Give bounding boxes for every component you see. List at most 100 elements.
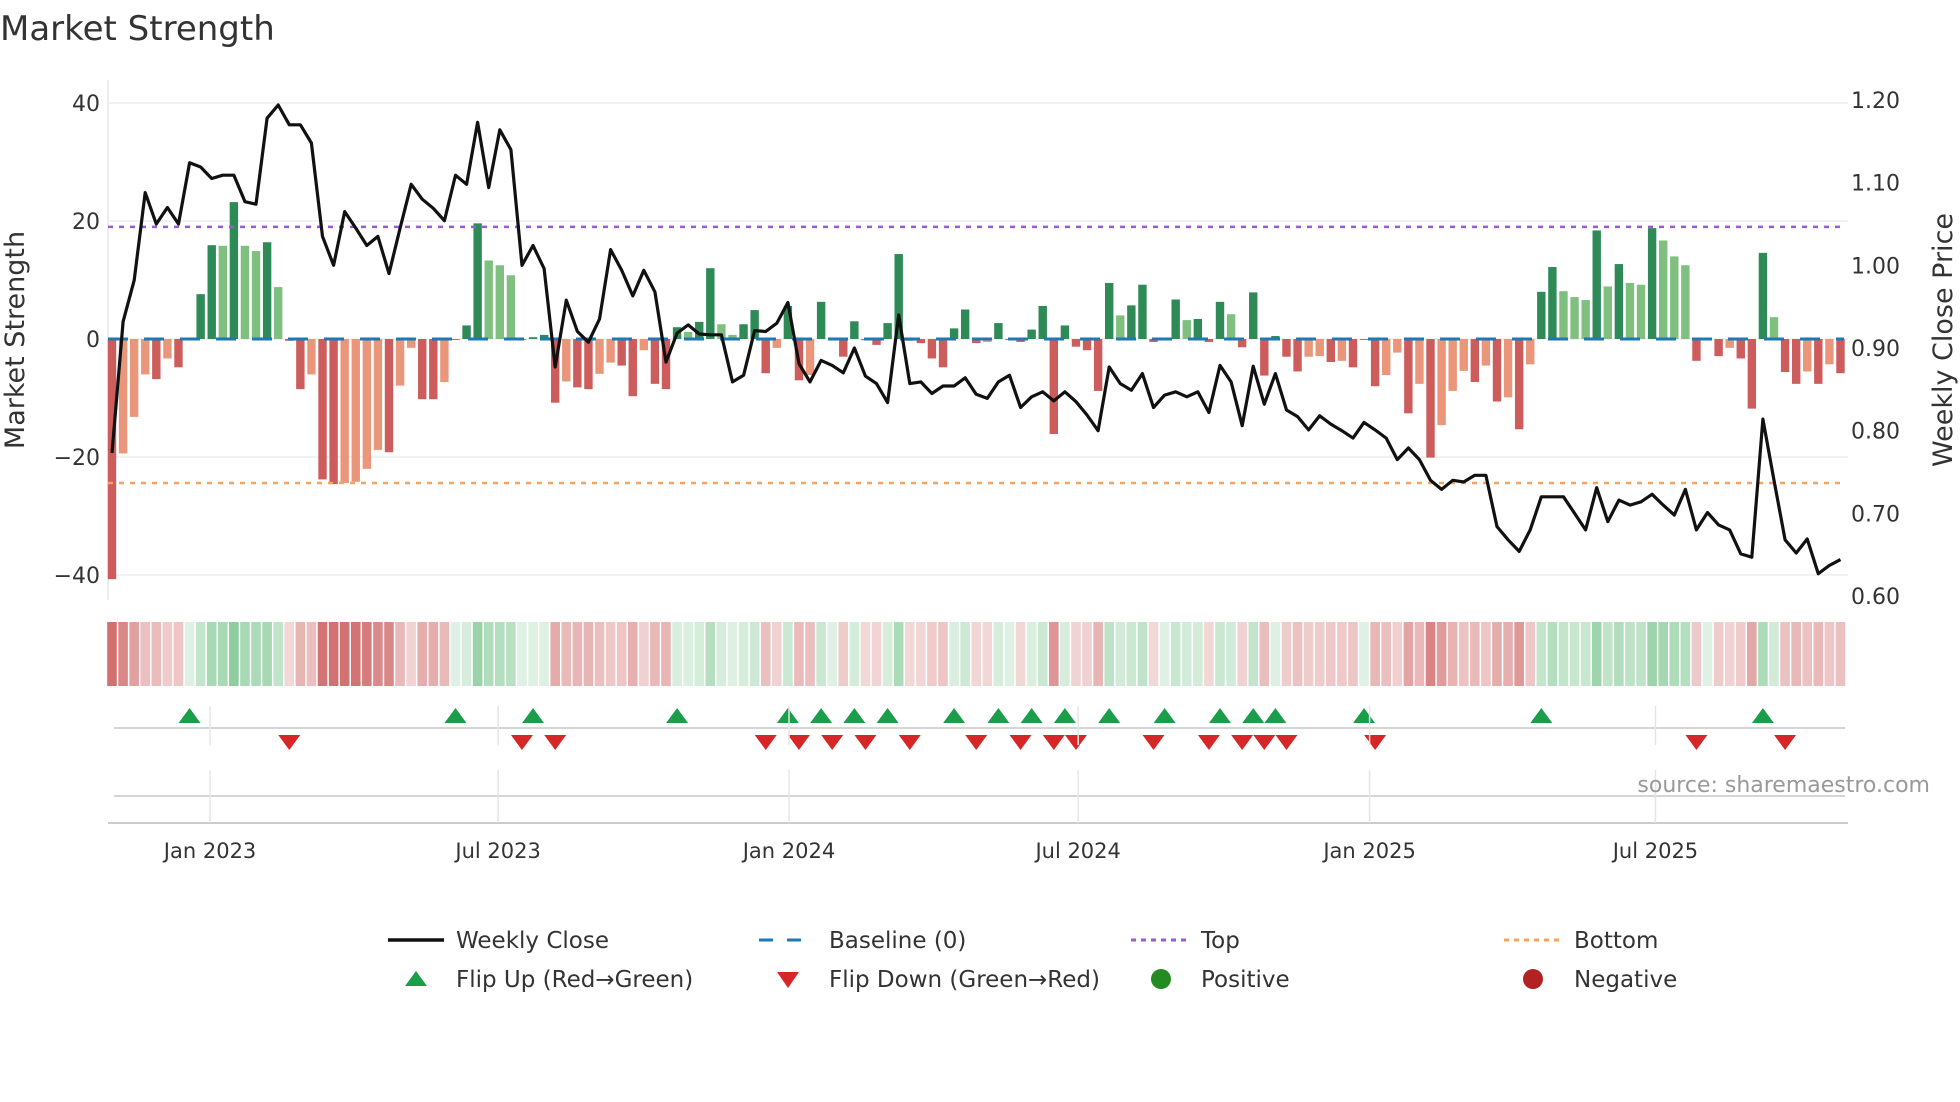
heat-cell xyxy=(107,622,117,686)
heat-cell xyxy=(1547,622,1558,686)
legend-baseline: Baseline (0) xyxy=(829,928,966,954)
heat-cell xyxy=(1414,622,1425,686)
strength-bar xyxy=(462,325,471,339)
strength-bar xyxy=(1082,339,1092,351)
heat-cell xyxy=(1370,622,1380,686)
x-tick-label: Jan 2023 xyxy=(162,839,257,863)
strength-bar xyxy=(1670,256,1679,339)
heat-cell xyxy=(1259,622,1270,686)
heat-cell xyxy=(306,622,317,686)
strength-bar xyxy=(1027,329,1036,339)
flip-down-marker xyxy=(1685,735,1708,750)
heat-cell xyxy=(229,622,239,686)
flip-up-marker xyxy=(1053,708,1076,723)
heat-cell xyxy=(162,622,173,686)
heat-cell xyxy=(1193,622,1203,686)
strength-bar xyxy=(207,245,216,339)
strength-bar xyxy=(240,245,250,339)
strength-bar xyxy=(1359,339,1369,340)
heat-cell xyxy=(1747,622,1757,686)
heat-cell xyxy=(1049,622,1059,686)
heat-cell xyxy=(1037,622,1048,686)
heat-cell xyxy=(1270,622,1281,686)
heat-cell xyxy=(1115,622,1126,686)
flip-down-marker xyxy=(898,735,921,750)
heat-cell xyxy=(1813,622,1824,686)
strength-bar xyxy=(650,339,660,384)
heat-cell xyxy=(395,622,405,686)
flip-up-marker xyxy=(876,708,899,723)
flip-down-marker xyxy=(544,735,567,750)
strength-bar xyxy=(1681,265,1690,339)
flip-down-marker xyxy=(787,735,810,750)
heat-cell xyxy=(594,622,605,686)
negative-legend-icon xyxy=(1523,969,1543,989)
heat-cell xyxy=(1248,622,1259,686)
flip-down-marker xyxy=(1142,735,1165,750)
heat-cell xyxy=(1669,622,1680,686)
strength-bar xyxy=(628,339,637,397)
flip-up-marker xyxy=(943,708,966,723)
strength-bar xyxy=(1049,339,1058,434)
strength-bar xyxy=(1636,284,1646,339)
heat-cell xyxy=(1348,622,1358,686)
heat-cell xyxy=(572,622,583,686)
heat-cell xyxy=(1337,622,1347,686)
strength-bar xyxy=(1060,325,1070,339)
flip-down-marker xyxy=(510,735,533,750)
heat-cell xyxy=(328,622,339,686)
strength-bar xyxy=(1780,339,1790,373)
heat-cell xyxy=(1802,622,1813,686)
strength-bar xyxy=(1293,339,1302,372)
heat-cell xyxy=(1503,622,1513,686)
strength-bar xyxy=(927,339,937,359)
strength-bar xyxy=(1492,339,1502,402)
heat-cell xyxy=(1447,622,1458,686)
strength-bar xyxy=(262,242,272,339)
strength-bar xyxy=(274,287,283,339)
heat-cell xyxy=(1702,622,1713,686)
strength-bar xyxy=(1404,339,1413,414)
legend-weekly-close: Weekly Close xyxy=(456,928,609,954)
heat-cell xyxy=(406,622,416,686)
flip-down-marker xyxy=(1042,735,1065,750)
strength-bar xyxy=(451,339,460,340)
heat-cell xyxy=(661,622,671,686)
flip-up-marker xyxy=(1751,708,1774,723)
heat-cell xyxy=(1824,622,1835,686)
heat-cell xyxy=(251,622,261,686)
heat-cell xyxy=(1093,622,1103,686)
strength-bar xyxy=(1226,314,1236,339)
heat-cell xyxy=(1104,622,1114,686)
strength-bar xyxy=(1570,297,1579,339)
heat-cell xyxy=(849,622,860,686)
flip-up-marker xyxy=(1530,708,1553,723)
strength-bar xyxy=(960,309,970,339)
heat-cell xyxy=(1292,622,1303,686)
heat-cell xyxy=(428,622,439,686)
heat-cell xyxy=(450,622,461,686)
heat-cell xyxy=(439,622,450,686)
heat-cell xyxy=(1181,622,1192,686)
heat-cell xyxy=(195,622,206,686)
heat-cell xyxy=(129,622,139,686)
heat-cell xyxy=(805,622,815,686)
strength-bar xyxy=(196,294,205,339)
strength-bar xyxy=(340,339,349,483)
heat-cell xyxy=(173,622,184,686)
strength-bar xyxy=(229,202,239,339)
legend: Weekly Close Baseline (0) Top Bottom Fli… xyxy=(388,928,1677,993)
strength-heat-strip xyxy=(107,622,1846,686)
flip-down-marker xyxy=(1197,735,1220,750)
strength-bar xyxy=(329,339,338,485)
heat-cell xyxy=(218,622,228,686)
heat-cell xyxy=(783,622,793,686)
heat-cell xyxy=(1658,622,1668,686)
strength-bar xyxy=(506,275,516,339)
y-tick-label: 0 xyxy=(86,328,100,353)
strength-bar xyxy=(562,339,571,382)
heat-cell xyxy=(971,622,982,686)
strength-bar xyxy=(1825,339,1834,365)
heat-cell xyxy=(151,622,162,686)
heat-cell xyxy=(893,622,904,686)
